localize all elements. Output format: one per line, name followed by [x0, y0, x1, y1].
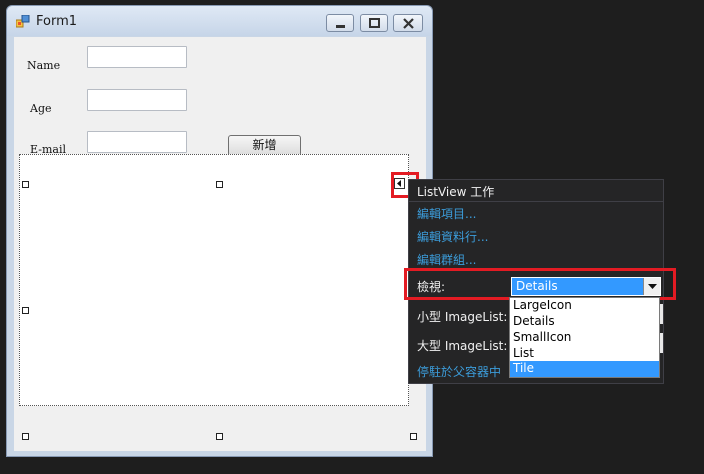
view-option-list[interactable]: List: [510, 346, 659, 362]
view-option-details[interactable]: Details: [510, 314, 659, 330]
view-option-smallicon[interactable]: SmallIcon: [510, 330, 659, 346]
resize-handle-bottom[interactable]: [216, 433, 223, 440]
annotation-highlight-view-row: [404, 268, 676, 300]
large-imagelist-label: 大型 ImageList:: [417, 339, 508, 353]
edit-items-link[interactable]: 編輯項目...: [417, 205, 476, 222]
close-button[interactable]: [393, 14, 423, 32]
resize-handle-top[interactable]: [216, 181, 223, 188]
age-label: Age: [30, 102, 52, 115]
view-option-largeicon[interactable]: LargeIcon: [510, 298, 659, 314]
resize-handle-top-left[interactable]: [22, 181, 29, 188]
close-icon: [403, 18, 414, 29]
age-textbox[interactable]: [87, 89, 187, 111]
dock-in-parent-link[interactable]: 停駐於父容器中: [417, 363, 501, 380]
edit-groups-link[interactable]: 編輯群組...: [417, 251, 476, 268]
view-option-tile[interactable]: Tile: [510, 361, 659, 377]
title-bar[interactable]: Form1: [7, 6, 432, 36]
resize-handle-left[interactable]: [22, 307, 29, 314]
name-label: Name: [27, 59, 61, 72]
add-button[interactable]: 新增: [228, 135, 301, 156]
resize-handle-bottom-left[interactable]: [22, 433, 29, 440]
view-dropdown-list: LargeIcon Details SmallIcon List Tile: [509, 297, 660, 378]
form-app-icon: [16, 15, 30, 28]
panel-title: ListView 工作: [417, 185, 495, 199]
name-textbox[interactable]: [87, 46, 187, 68]
window-title: Form1: [36, 14, 78, 29]
edit-columns-link[interactable]: 編輯資料行...: [417, 228, 488, 245]
listview-control[interactable]: [19, 154, 409, 406]
panel-divider: [409, 201, 663, 202]
resize-handle-bottom-right[interactable]: [410, 433, 417, 440]
minimize-button[interactable]: [326, 14, 354, 32]
small-imagelist-label: 小型 ImageList:: [417, 310, 508, 324]
maximize-icon: [369, 18, 380, 28]
minimize-icon: [336, 25, 345, 28]
email-textbox[interactable]: [87, 131, 187, 153]
maximize-button[interactable]: [360, 14, 388, 32]
